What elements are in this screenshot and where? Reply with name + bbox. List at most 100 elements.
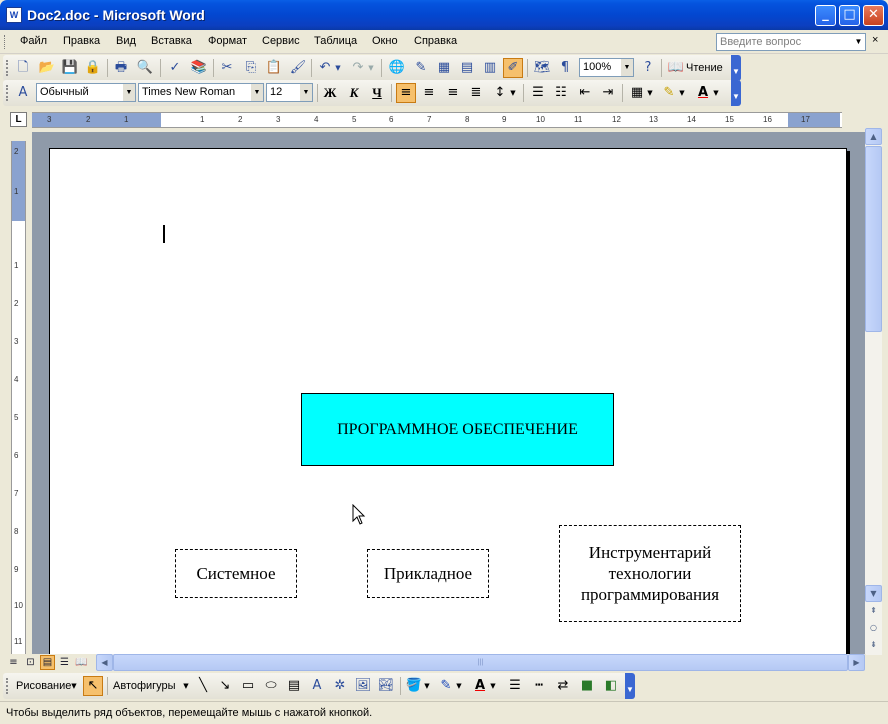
toolbar-options-icon[interactable]: ▼ [731, 80, 741, 106]
styles-pane-icon[interactable]: A [13, 83, 33, 103]
software-box[interactable]: ПРОГРАММНОЕ ОБЕСПЕЧЕНИЕ [301, 393, 614, 466]
horizontal-scroll-thumb[interactable]: ||| [113, 654, 848, 671]
style-select[interactable]: Обычный ▼ [36, 83, 136, 102]
italic-button[interactable]: К [344, 83, 364, 103]
align-right-icon[interactable]: ≡ [443, 83, 463, 103]
document-close-icon[interactable]: × [872, 34, 878, 46]
menu-window[interactable]: Окно [372, 35, 398, 47]
previous-page-icon[interactable]: ⇞ [865, 603, 882, 620]
increase-indent-icon[interactable]: ⇥ [598, 83, 618, 103]
menu-grip[interactable] [4, 35, 7, 49]
menu-insert[interactable]: Вставка [151, 35, 192, 47]
line-color-dropdown-icon[interactable]: ▼ [454, 676, 464, 696]
next-page-icon[interactable]: ⇟ [865, 637, 882, 654]
scroll-left-icon[interactable]: ◀ [96, 654, 113, 671]
fill-color-dropdown-icon[interactable]: ▼ [422, 676, 432, 696]
copy-icon[interactable]: ⎘ [241, 58, 261, 78]
browse-object-icon[interactable]: ○ [865, 620, 882, 637]
rectangle-tool-icon[interactable]: ▭ [238, 676, 258, 696]
save-icon[interactable]: 💾 [60, 58, 80, 78]
menu-tools[interactable]: Сервис [262, 35, 300, 47]
permission-icon[interactable]: 🔒 [83, 58, 103, 78]
vertical-scroll-thumb[interactable] [865, 146, 882, 332]
undo-dropdown-icon[interactable]: ▼ [333, 58, 343, 78]
line-spacing-icon[interactable]: ↕ [490, 83, 510, 103]
new-document-icon[interactable]: 🗋 [13, 58, 33, 78]
word-app-icon[interactable]: W [6, 7, 22, 23]
toolbar-options-icon[interactable]: ▼ [625, 673, 635, 699]
applied-software-box[interactable]: Прикладное [367, 549, 489, 598]
line-color-icon[interactable]: ✎ [436, 676, 456, 696]
format-painter-icon[interactable]: 🖌 [288, 58, 308, 78]
print-preview-icon[interactable]: 🔍 [135, 58, 155, 78]
bold-button[interactable]: Ж [320, 83, 340, 103]
font-size-dropdown-icon[interactable]: ▼ [300, 84, 312, 101]
programming-tools-box[interactable]: Инструментарий технологии программирован… [559, 525, 741, 622]
redo-dropdown-icon[interactable]: ▼ [366, 58, 376, 78]
web-view-icon[interactable]: ⊡ [23, 655, 38, 670]
spelling-icon[interactable]: ✓ [165, 58, 185, 78]
open-folder-icon[interactable]: 📂 [37, 58, 57, 78]
print-layout-view-icon[interactable]: ▤ [40, 655, 55, 670]
menu-help[interactable]: Справка [414, 35, 457, 47]
outline-view-icon[interactable]: ☰ [57, 655, 72, 670]
draw-font-color-dropdown-icon[interactable]: ▼ [488, 676, 498, 696]
wordart-icon[interactable]: A [307, 676, 327, 696]
menu-edit[interactable]: Правка [63, 35, 100, 47]
scroll-down-icon[interactable]: ▼ [865, 585, 882, 602]
style-dropdown-icon[interactable]: ▼ [123, 84, 135, 101]
justify-icon[interactable]: ≣ [466, 83, 486, 103]
scroll-up-icon[interactable]: ▲ [865, 128, 882, 145]
show-formatting-icon[interactable]: ¶ [555, 58, 575, 78]
font-dropdown-icon[interactable]: ▼ [251, 84, 263, 101]
shadow-style-icon[interactable]: ■ [577, 676, 597, 696]
read-mode-label[interactable]: Чтение [686, 62, 723, 74]
redo-icon[interactable]: ↷ [348, 58, 368, 78]
scroll-right-icon[interactable]: ▶ [848, 654, 865, 671]
columns-icon[interactable]: ▥ [480, 58, 500, 78]
arrow-style-icon[interactable]: ⇄ [553, 676, 573, 696]
borders-dropdown-icon[interactable]: ▼ [645, 83, 655, 103]
insert-picture-icon[interactable]: 🏞 [376, 676, 396, 696]
font-select[interactable]: Times New Roman ▼ [138, 83, 264, 102]
underline-button[interactable]: Ч [367, 83, 387, 103]
toolbar-grip[interactable] [6, 85, 9, 101]
oval-tool-icon[interactable]: ⬭ [261, 676, 281, 696]
print-icon[interactable]: 🖶 [111, 58, 131, 78]
dash-style-icon[interactable]: ┅ [529, 676, 549, 696]
minimize-button[interactable]: _ [815, 5, 836, 26]
text-box-tool-icon[interactable]: ▤ [284, 676, 304, 696]
undo-icon[interactable]: ↶ [315, 58, 335, 78]
align-left-icon[interactable]: ≡ [396, 83, 416, 103]
draw-menu-dropdown-icon[interactable]: ▼ [69, 676, 79, 696]
document-map-icon[interactable]: 🗺 [532, 58, 552, 78]
highlight-dropdown-icon[interactable]: ▼ [677, 83, 687, 103]
tables-borders-icon[interactable]: ✎ [411, 58, 431, 78]
line-tool-icon[interactable]: ╲ [193, 676, 213, 696]
insert-excel-icon[interactable]: ▤ [457, 58, 477, 78]
numbering-icon[interactable]: ☰ [528, 83, 548, 103]
insert-table-icon[interactable]: ▦ [434, 58, 454, 78]
research-icon[interactable]: 📚 [189, 58, 209, 78]
horizontal-scrollbar[interactable]: ◀ ||| ▶ [96, 654, 865, 671]
highlight-icon[interactable]: ✎ [659, 83, 679, 103]
horizontal-ruler[interactable]: 3 2 1 1 2 3 4 5 6 7 8 9 10 11 12 13 14 15 16 17 [32, 112, 842, 128]
normal-view-icon[interactable]: ≡ [6, 655, 21, 670]
3d-style-icon[interactable]: ◧ [601, 676, 621, 696]
vertical-scrollbar[interactable]: ▲ ▼ ⇞ ○ ⇟ [865, 128, 882, 655]
zoom-select[interactable]: 100% ▼ [579, 58, 634, 77]
select-objects-icon[interactable]: ↖ [83, 676, 103, 696]
hyperlink-icon[interactable]: 🌐 [387, 58, 407, 78]
reading-view-icon[interactable]: 📖 [74, 655, 89, 670]
menu-view[interactable]: Вид [116, 35, 136, 47]
menu-format[interactable]: Формат [208, 35, 247, 47]
font-color-dropdown-icon[interactable]: ▼ [711, 83, 721, 103]
toolbar-grip[interactable] [6, 60, 9, 76]
decrease-indent-icon[interactable]: ⇤ [575, 83, 595, 103]
help-search-input[interactable]: Введите вопрос [716, 33, 866, 51]
vertical-ruler[interactable]: 2 1 1 2 3 4 5 6 7 8 9 10 11 [11, 141, 26, 655]
document-page[interactable]: ПРОГРАММНОЕ ОБЕСПЕЧЕНИЕ Системное Прикла… [49, 148, 847, 655]
draw-font-color-icon[interactable]: A [470, 676, 490, 696]
help-dropdown-icon[interactable]: ▼ [852, 34, 865, 50]
line-spacing-dropdown-icon[interactable]: ▼ [508, 83, 518, 103]
